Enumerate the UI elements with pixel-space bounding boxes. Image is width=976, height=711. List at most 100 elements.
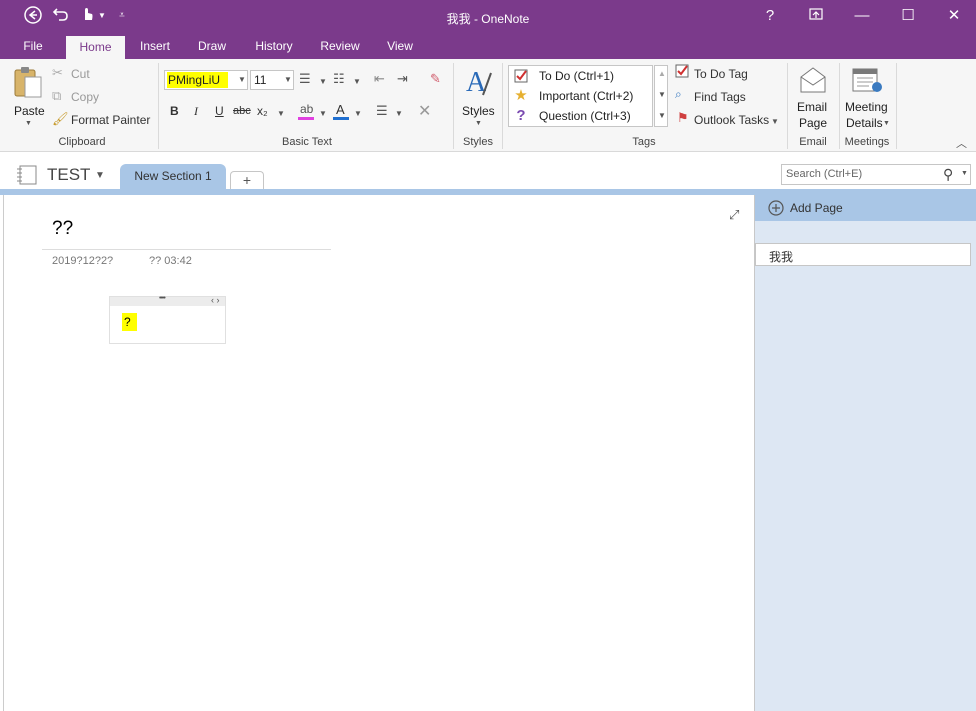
tags-group-label: Tags xyxy=(632,136,656,148)
tab-view[interactable]: View xyxy=(380,33,420,59)
numbering-icon[interactable]: ☷ xyxy=(333,71,345,87)
search-input[interactable]: Search (Ctrl+E) ⚲ ▼ xyxy=(781,164,971,185)
font-name-box[interactable]: PMingLiU ▼ xyxy=(164,70,248,90)
minimize-button[interactable]: — xyxy=(842,2,882,30)
font-color-dropdown-icon: ▼ xyxy=(354,109,362,118)
font-size-dropdown-icon[interactable]: ▼ xyxy=(284,75,292,84)
ribbon-display-options-button[interactable] xyxy=(796,2,836,30)
bullets-dropdown-icon[interactable]: ▼ xyxy=(319,77,327,86)
separator xyxy=(896,63,897,149)
tag-important[interactable]: ★ Important (Ctrl+2) xyxy=(513,87,653,105)
title-underline xyxy=(42,249,331,250)
note-resize-arrows[interactable]: ‹ › xyxy=(211,295,220,305)
ribbon-tabs: File Home Insert Draw History Review Vie… xyxy=(0,33,976,59)
tab-home[interactable]: Home xyxy=(66,36,125,59)
paste-label: Paste xyxy=(14,104,45,118)
cut-button[interactable]: Cut xyxy=(71,67,90,81)
checkbox-icon xyxy=(513,67,529,88)
search-icon[interactable]: ⚲ xyxy=(943,166,953,183)
section-tab-new-section-1[interactable]: New Section 1 xyxy=(120,164,226,189)
delete-icon[interactable]: ✕ xyxy=(418,101,431,121)
tab-history[interactable]: History xyxy=(248,33,300,59)
outlook-tasks-button[interactable]: Outlook Tasks xyxy=(694,113,769,127)
italic-button[interactable]: I xyxy=(194,104,198,119)
notebook-name: TEST xyxy=(47,165,91,184)
increase-indent-icon[interactable]: ⇥ xyxy=(397,71,408,87)
meeting-details-button[interactable]: Meeting Details ▼ xyxy=(843,63,893,133)
page-title[interactable]: ?? xyxy=(52,218,73,240)
maximize-button[interactable]: ☐ xyxy=(888,2,928,30)
scroll-down-icon[interactable]: ▼ xyxy=(658,90,666,99)
separator xyxy=(787,63,788,149)
tab-file[interactable]: File xyxy=(14,33,52,59)
add-section-button[interactable]: + xyxy=(230,171,264,189)
full-page-view-icon[interactable]: ⤢ xyxy=(729,207,739,223)
styles-label: Styles xyxy=(462,104,495,118)
tab-review[interactable]: Review xyxy=(314,33,366,59)
styles-dropdown-icon: ▼ xyxy=(475,120,482,127)
clear-formatting-icon[interactable]: ✎ xyxy=(430,71,441,87)
help-button[interactable]: ? xyxy=(750,2,790,30)
decrease-indent-icon[interactable]: ⇤ xyxy=(374,71,385,87)
font-color-icon: A xyxy=(336,102,345,117)
tag-question[interactable]: ? Question (Ctrl+3) xyxy=(513,107,653,125)
paragraph-alignment-icon[interactable]: ☰ xyxy=(376,103,388,119)
font-size-value: 11 xyxy=(254,73,267,87)
underline-button[interactable]: U xyxy=(215,104,224,118)
bold-button[interactable]: B xyxy=(170,104,179,118)
font-name-dropdown-icon[interactable]: ▼ xyxy=(238,75,246,84)
note-text[interactable]: ? xyxy=(122,313,137,331)
search-scope-dropdown-icon[interactable]: ▼ xyxy=(961,170,968,177)
format-painter-button[interactable]: Format Painter xyxy=(71,113,150,127)
title-bar: ▼ ⩡ 我我 - OneNote ? — ☐ ✕ xyxy=(0,0,976,33)
styles-button[interactable]: A Styles ▼ xyxy=(458,63,500,133)
notebook-picker[interactable]: TEST ▼ xyxy=(16,164,108,186)
email-page-button[interactable]: Email Page xyxy=(792,63,834,133)
paste-dropdown-icon: ▼ xyxy=(25,120,32,127)
highlight-color-button[interactable]: ab ▼ xyxy=(298,102,327,122)
page-list-pane: Add Page 我我 xyxy=(754,195,976,711)
subscript-button[interactable]: x₂ xyxy=(257,104,268,118)
outlook-flag-icon: ⚑ xyxy=(677,110,689,125)
copy-button[interactable]: Copy xyxy=(71,90,99,104)
gallery-expand-icon[interactable]: ▼ xyxy=(658,111,666,120)
page-list-item-label: 我我 xyxy=(769,250,794,264)
subscript-dropdown-icon[interactable]: ▼ xyxy=(277,109,285,118)
tags-gallery-scroll[interactable]: ▲ ▼ ▼ xyxy=(654,65,668,127)
meeting-details-label-2: Details xyxy=(846,116,883,130)
tab-insert[interactable]: Insert xyxy=(132,33,178,59)
numbering-dropdown-icon[interactable]: ▼ xyxy=(353,77,361,86)
basic-text-group-label: Basic Text xyxy=(282,136,332,148)
strikethrough-button[interactable]: abc xyxy=(233,105,251,117)
outlook-tasks-dropdown-icon[interactable]: ▼ xyxy=(771,117,779,126)
ribbon: Paste ▼ ✂ Cut ⧉ Copy 🖌 Format Painter Cl… xyxy=(0,59,976,152)
font-color-button[interactable]: A ▼ xyxy=(333,102,362,122)
cut-icon: ✂ xyxy=(52,65,63,80)
tag-todo[interactable]: To Do (Ctrl+1) xyxy=(513,67,653,85)
find-tags-button[interactable]: Find Tags xyxy=(694,90,746,104)
font-color-swatch xyxy=(333,117,349,120)
bullets-icon[interactable]: ☰ xyxy=(299,71,311,87)
collapse-ribbon-icon[interactable]: ︿ xyxy=(956,135,967,151)
tab-draw[interactable]: Draw xyxy=(190,33,234,59)
page-list-item[interactable]: 我我 xyxy=(755,243,971,266)
note-move-handle[interactable]: •••• ‹ › xyxy=(110,295,225,306)
note-container[interactable]: •••• ‹ › ? xyxy=(109,295,226,344)
page-time: ?? 03:42 xyxy=(149,255,192,267)
notebook-icon xyxy=(17,165,37,185)
email-page-label-1: Email xyxy=(797,100,828,114)
paste-button[interactable]: Paste ▼ xyxy=(10,63,46,133)
styles-group-label: Styles xyxy=(463,136,493,148)
clipboard-group-label: Clipboard xyxy=(58,136,106,148)
meetings-group-label: Meetings xyxy=(844,136,890,148)
meeting-calendar-icon xyxy=(852,68,882,92)
todo-tag-button[interactable]: To Do Tag xyxy=(694,67,748,81)
separator xyxy=(158,63,159,149)
page-canvas[interactable]: ?? 2019?12?2? ?? 03:42 ⤢ •••• ‹ › ? xyxy=(3,195,754,711)
alignment-dropdown-icon[interactable]: ▼ xyxy=(395,109,403,118)
highlight-dropdown-icon: ▼ xyxy=(319,109,327,118)
add-page-button[interactable]: Add Page xyxy=(755,195,976,221)
close-button[interactable]: ✕ xyxy=(934,2,974,30)
font-size-box[interactable]: 11 ▼ xyxy=(250,70,294,90)
scroll-up-icon[interactable]: ▲ xyxy=(658,69,666,78)
